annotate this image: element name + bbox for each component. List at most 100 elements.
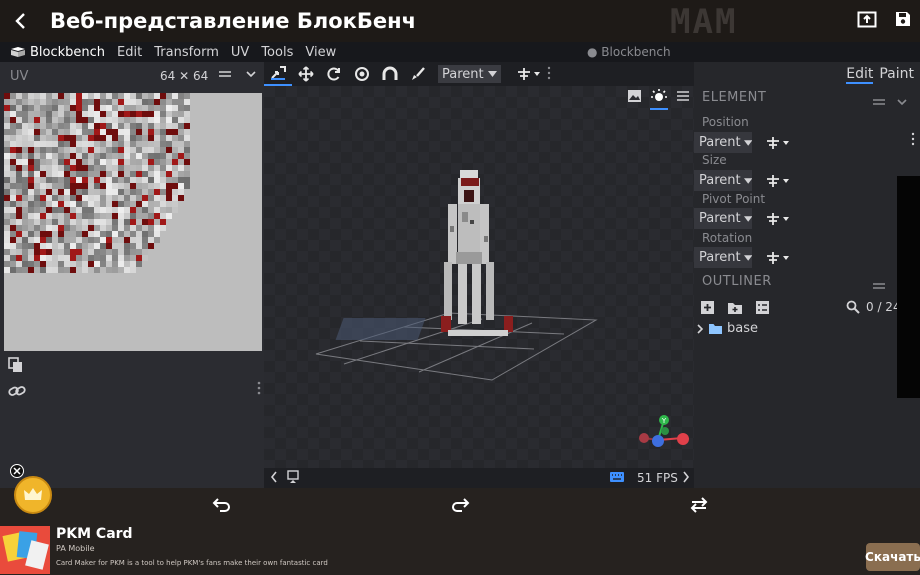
texture-pixel (142, 171, 148, 177)
texture-pixel (10, 117, 16, 123)
add-group-button[interactable] (727, 300, 743, 319)
texture-pixel (118, 183, 124, 189)
add-cube-button[interactable] (700, 300, 715, 319)
texture-pixel (16, 237, 22, 243)
toggle-options-button[interactable] (755, 300, 770, 319)
mode-edit[interactable]: Edit (846, 66, 874, 84)
undo-button[interactable] (212, 495, 232, 519)
uv-more-button[interactable] (257, 380, 261, 399)
texture-pixel (10, 147, 16, 153)
texture-pixel (178, 177, 184, 183)
texture-pixel (172, 141, 178, 147)
texture-pixel (100, 105, 106, 111)
status-expand-button[interactable] (682, 471, 690, 486)
rotation-space-select[interactable]: Parent (694, 247, 752, 268)
position-space-select[interactable]: Parent (694, 132, 752, 153)
element-panel-collapse[interactable] (896, 92, 908, 111)
status-collapse-button[interactable] (270, 471, 278, 486)
texture-pixel (154, 189, 160, 195)
search-icon[interactable] (846, 300, 860, 314)
uv-copy-button[interactable] (8, 357, 26, 377)
texture-pixel (130, 243, 136, 249)
save-button[interactable] (892, 8, 914, 30)
texture-pixel (52, 159, 58, 165)
tool-move[interactable] (292, 62, 320, 86)
chevron-right-icon[interactable] (696, 323, 704, 335)
size-space-select[interactable]: Parent (694, 170, 752, 191)
ad-download-button[interactable]: Скачать (865, 543, 920, 571)
menu-transform[interactable]: Transform (154, 45, 219, 60)
outliner-menu[interactable] (872, 276, 886, 295)
texture-pixel (124, 111, 130, 117)
mode-paint[interactable]: Paint (879, 66, 914, 84)
element-panel-menu[interactable] (872, 92, 886, 111)
menu-edit[interactable]: Edit (117, 45, 142, 60)
blockbench-logo-text: Blockbench (30, 44, 106, 60)
outliner-item-base[interactable]: base (696, 321, 758, 336)
texture-pixel (118, 105, 124, 111)
menu-uv[interactable]: UV (231, 45, 249, 60)
redo-button[interactable] (450, 495, 470, 519)
menu-view[interactable]: View (305, 45, 336, 60)
texture-pixel (118, 171, 124, 177)
texture-pixel (28, 123, 34, 129)
ad-banner[interactable]: PKM Card PA Mobile Card Maker for PKM is… (0, 524, 920, 575)
texture-pixel (40, 159, 46, 165)
uv-collapse-button[interactable] (245, 68, 257, 84)
status-export-button[interactable] (286, 470, 300, 487)
uv-menu-button[interactable] (218, 68, 232, 84)
right-panel-more-button[interactable] (911, 131, 915, 150)
tool-align[interactable] (513, 62, 547, 86)
texture-pixel (46, 177, 52, 183)
premium-crown-button[interactable] (14, 476, 52, 514)
texture-pixel (82, 243, 88, 249)
transform-space-select[interactable]: Parent (438, 65, 501, 83)
back-button[interactable] (0, 0, 42, 42)
3d-viewport[interactable]: Y (264, 86, 694, 468)
texture-pixel (4, 213, 10, 219)
texture-pixel (118, 213, 124, 219)
texture-pixel (184, 135, 190, 141)
share-button[interactable] (856, 8, 878, 30)
texture-pixel (28, 237, 34, 243)
pivot-space-select[interactable]: Parent (694, 208, 752, 229)
pivot-align-button[interactable] (766, 212, 792, 226)
uv-texture-size[interactable]: 64 ✕ 64 (160, 69, 208, 83)
texture-pixel (46, 201, 52, 207)
texture-pixel (64, 225, 70, 231)
texture-pixel (124, 189, 130, 195)
texture-pixel (40, 249, 46, 255)
texture-pixel (112, 99, 118, 105)
tool-pivot[interactable] (348, 62, 376, 86)
rotation-align-button[interactable] (766, 251, 792, 265)
texture-pixel (154, 135, 160, 141)
texture-pixel (142, 99, 148, 105)
texture-pixel (46, 105, 52, 111)
texture-pixel (64, 171, 70, 177)
texture-pixel (136, 261, 142, 267)
tool-move-pan[interactable] (264, 62, 292, 86)
texture-pixel (124, 93, 130, 99)
size-align-button[interactable] (766, 174, 792, 188)
ad-app-icon[interactable] (0, 526, 50, 574)
texture-pixel (76, 237, 82, 243)
texture-pixel (82, 189, 88, 195)
blockbench-logo[interactable]: Blockbench (10, 45, 105, 60)
menu-tools[interactable]: Tools (261, 45, 293, 60)
pivot-point-label: Pivot Point (702, 192, 766, 206)
texture-pixel (76, 171, 82, 177)
position-align-button[interactable] (766, 136, 792, 150)
tool-vertex-snap[interactable] (376, 62, 404, 86)
tool-paint-brush[interactable] (404, 62, 432, 86)
close-ad-badge[interactable] (10, 464, 24, 478)
toolbar-more-button[interactable] (547, 65, 551, 84)
tool-rotate[interactable] (320, 62, 348, 86)
uv-link-button[interactable] (8, 383, 26, 402)
uv-texture-canvas[interactable] (4, 93, 262, 351)
texture-pixel (58, 171, 64, 177)
texture-pixel (124, 141, 130, 147)
keyboard-button[interactable] (609, 471, 625, 486)
swap-button[interactable] (689, 495, 709, 519)
texture-pixel (124, 237, 130, 243)
texture-pixel (112, 165, 118, 171)
